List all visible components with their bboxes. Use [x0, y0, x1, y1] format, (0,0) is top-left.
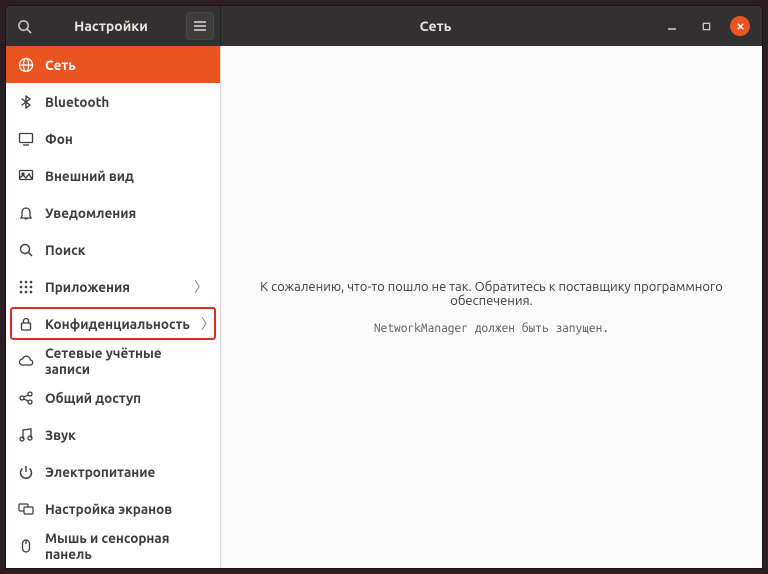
- search-button[interactable]: [6, 6, 42, 46]
- sidebar-item-label: Поиск: [45, 242, 208, 258]
- sidebar-item-label: Мышь и сенсорная панель: [45, 530, 208, 562]
- page-title: Сеть: [221, 18, 650, 34]
- titlebar-right: Сеть: [221, 6, 762, 46]
- minimize-button[interactable]: [662, 16, 682, 36]
- globe-icon: [18, 57, 34, 73]
- sidebar-item-globe[interactable]: Сеть: [6, 46, 220, 83]
- hamburger-menu-button[interactable]: [186, 12, 214, 40]
- sidebar-item-music[interactable]: Звук: [6, 416, 220, 453]
- sidebar-item-mouse[interactable]: Мышь и сенсорная панель: [6, 527, 220, 564]
- sidebar-item-label: Приложения: [45, 279, 183, 295]
- content-pane: К сожалению, что-то пошло не так. Обрати…: [221, 46, 762, 568]
- grid-icon: [18, 279, 34, 295]
- power-icon: [18, 464, 34, 480]
- close-button[interactable]: [730, 16, 750, 36]
- mouse-icon: [18, 538, 34, 554]
- bluetooth-icon: [18, 94, 34, 110]
- sidebar-item-lock[interactable]: Конфиденциальность 〉: [6, 305, 220, 342]
- hamburger-icon: [193, 20, 207, 32]
- sidebar-item-monitors[interactable]: Настройка экранов: [6, 490, 220, 527]
- titlebar-left: Настройки: [6, 6, 221, 46]
- sidebar-item-display[interactable]: Фон: [6, 120, 220, 157]
- sidebar-item-share[interactable]: Общий доступ: [6, 379, 220, 416]
- sidebar-item-search[interactable]: Поиск: [6, 231, 220, 268]
- maximize-icon: [702, 22, 711, 31]
- sidebar-item-label: Конфиденциальность: [45, 316, 190, 332]
- settings-window: Настройки Сеть Сеть Bluetooth Фон Внешний в…: [6, 6, 762, 568]
- sidebar-item-label: Настройка экранов: [45, 501, 208, 517]
- lock-icon: [18, 316, 34, 332]
- chevron-right-icon: 〉: [201, 314, 215, 334]
- music-icon: [18, 427, 34, 443]
- sidebar-item-bell[interactable]: Уведомления: [6, 194, 220, 231]
- sidebar-item-appearance[interactable]: Внешний вид: [6, 157, 220, 194]
- chevron-right-icon: 〉: [194, 277, 208, 297]
- error-detail: NetworkManager должен быть запущен.: [374, 322, 609, 335]
- sidebar-item-label: Сетевые учётные записи: [45, 345, 208, 377]
- sidebar-item-label: Звук: [45, 427, 208, 443]
- search-icon: [18, 242, 34, 258]
- sidebar-item-label: Фон: [45, 131, 208, 147]
- sidebar-item-power[interactable]: Электропитание: [6, 453, 220, 490]
- sidebar-item-cloud[interactable]: Сетевые учётные записи: [6, 342, 220, 379]
- monitors-icon: [18, 501, 34, 517]
- close-icon: [736, 22, 745, 31]
- sidebar-item-label: Электропитание: [45, 464, 208, 480]
- sidebar-item-label: Сеть: [45, 57, 208, 73]
- minimize-icon: [667, 21, 677, 31]
- sidebar-item-label: Уведомления: [45, 205, 208, 221]
- sidebar-item-label: Общий доступ: [45, 390, 208, 406]
- bell-icon: [18, 205, 34, 221]
- error-message: К сожалению, что-то пошло не так. Обрати…: [241, 280, 742, 308]
- share-icon: [18, 390, 34, 406]
- sidebar-item-label: Внешний вид: [45, 168, 208, 184]
- appearance-icon: [18, 168, 34, 184]
- maximize-button[interactable]: [696, 16, 716, 36]
- search-icon: [17, 19, 32, 34]
- cloud-icon: [18, 353, 34, 369]
- body: Сеть Bluetooth Фон Внешний вид Уведомления По…: [6, 46, 762, 568]
- titlebar: Настройки Сеть: [6, 6, 762, 46]
- sidebar-item-bluetooth[interactable]: Bluetooth: [6, 83, 220, 120]
- sidebar-item-label: Bluetooth: [45, 94, 208, 110]
- display-icon: [18, 131, 34, 147]
- sidebar-title: Настройки: [42, 18, 186, 34]
- window-controls: [650, 16, 762, 36]
- sidebar: Сеть Bluetooth Фон Внешний вид Уведомления По…: [6, 46, 221, 568]
- sidebar-item-grid[interactable]: Приложения 〉: [6, 268, 220, 305]
